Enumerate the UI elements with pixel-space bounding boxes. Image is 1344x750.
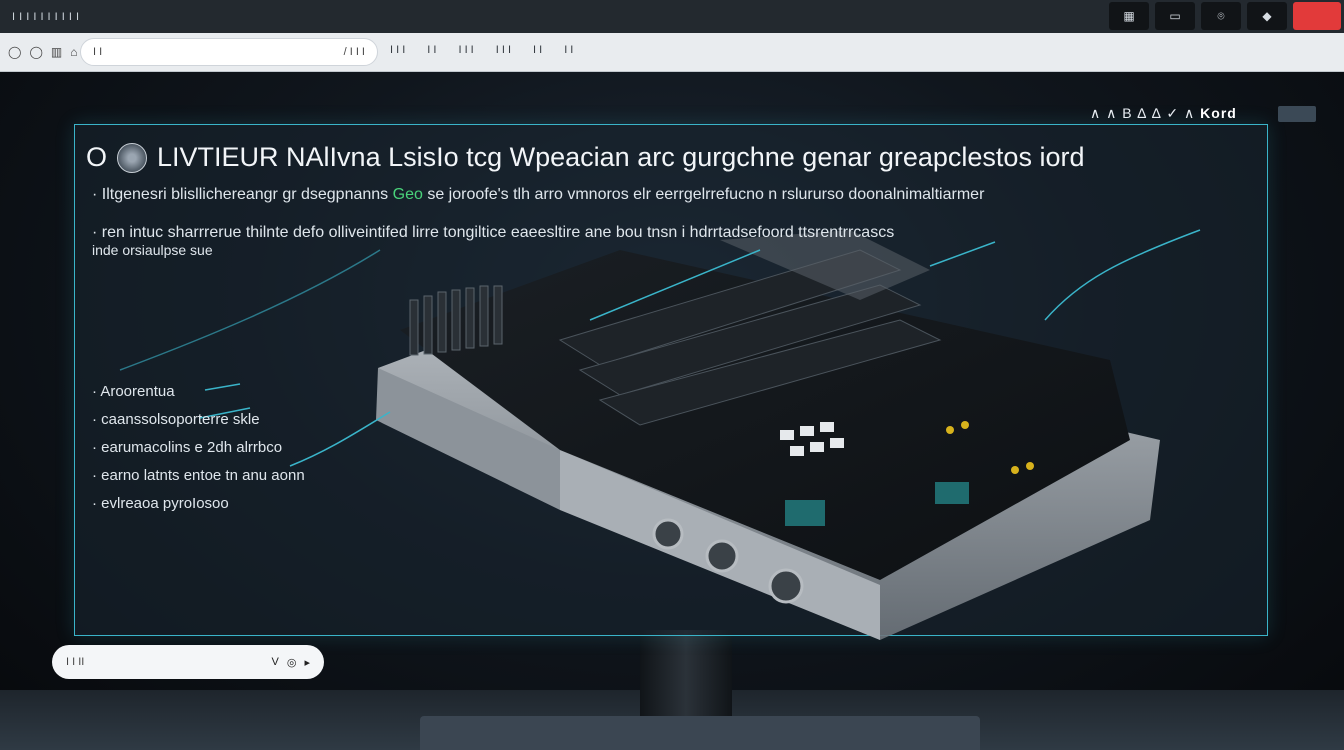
list-item: · evlreaoa pyroIosoo — [92, 495, 229, 512]
bullet-dot: · — [92, 224, 98, 241]
callout-line — [929, 241, 996, 267]
voice-icon[interactable]: V — [272, 656, 279, 668]
play-icon[interactable]: ▸ — [304, 656, 310, 669]
spec-list: · Aroorentua · caanssolsoporterre skle ·… — [92, 378, 305, 518]
list-item: · earumacolins e 2dh alrrbco — [92, 439, 283, 456]
headline-prefix: O — [86, 142, 108, 172]
bullet-text: ren intuc sharrrerue thilnte defo ollive… — [101, 224, 895, 241]
bullet-accent: Geo — [392, 186, 423, 203]
bullet-suffix: se joroofe's tlh arro vmnoros elr eerrge… — [427, 186, 985, 203]
list-item: · Aroorentua — [92, 383, 175, 400]
bullet-item: · Iltgenesri blisllichereangr gr dsegpna… — [92, 186, 984, 204]
pill-controls: V ◎ ▸ — [272, 656, 310, 669]
search-input-text: I I II — [66, 656, 85, 668]
bullet-item: · ren intuc sharrrerue thilnte defo olli… — [92, 224, 894, 242]
record-icon[interactable]: ◎ — [287, 656, 297, 669]
callout-lines — [119, 229, 1201, 467]
callout-line — [289, 411, 391, 467]
list-item: · earno latnts entoe tn anu aonn — [92, 467, 305, 484]
page-title: O LIVTIEUR NAlIvna LsisIo tcg Wpeacian a… — [86, 142, 1084, 173]
bullet-item: inde orsiaulpse sue — [92, 242, 213, 258]
headline-text: LIVTIEUR NAlIvna LsisIo tcg Wpeacian arc… — [157, 142, 1085, 172]
search-input[interactable]: I I II V ◎ ▸ — [52, 645, 324, 679]
gear-icon — [117, 142, 148, 173]
bullet-text: inde orsiaulpse sue — [92, 242, 213, 258]
bullet-text: Iltgenesri blisllichereangr gr dsegpnann… — [101, 186, 389, 203]
list-item: · caanssolsoporterre skle — [92, 411, 260, 428]
callout-line — [119, 249, 381, 371]
callout-line — [1044, 229, 1201, 321]
callout-line — [589, 249, 761, 321]
bullet-dot: · — [92, 186, 98, 203]
